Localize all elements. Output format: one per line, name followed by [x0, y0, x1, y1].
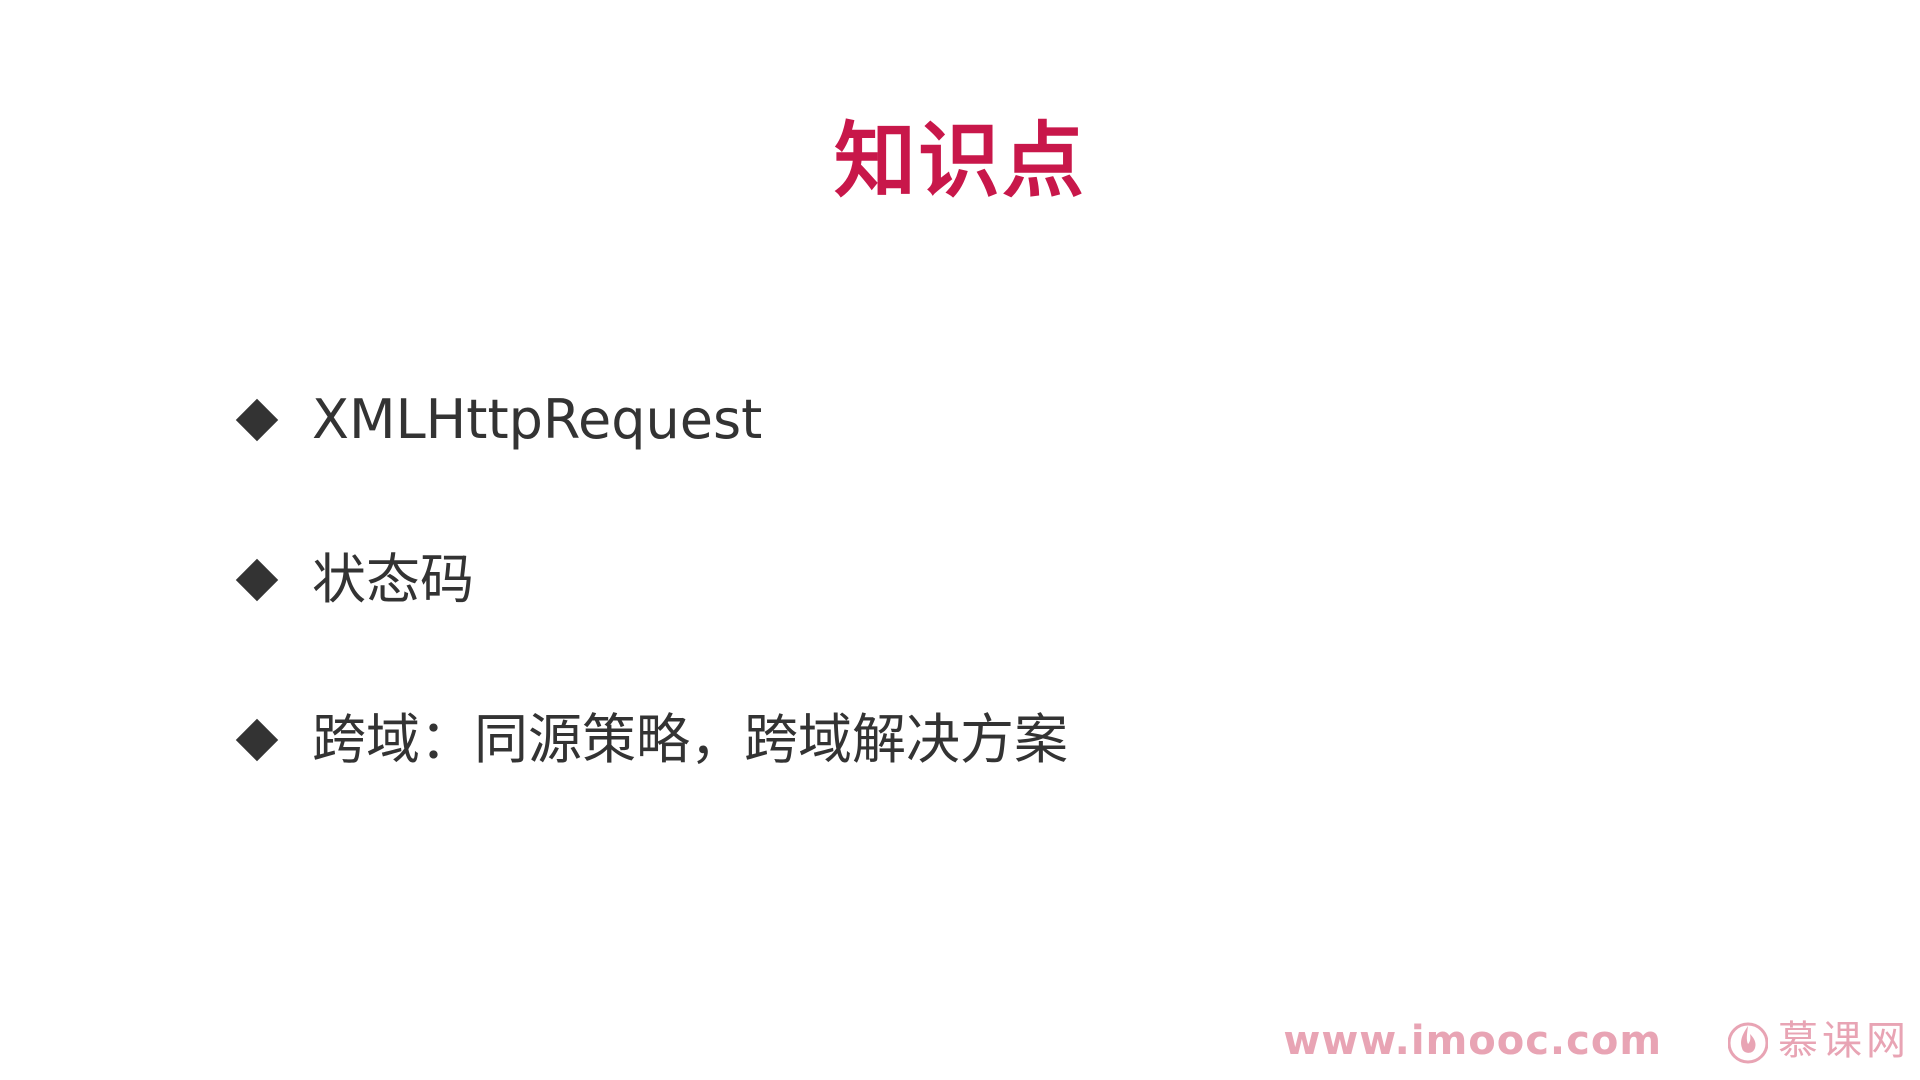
- diamond-bullet-icon: [235, 718, 279, 762]
- bullet-text: 状态码: [312, 548, 474, 611]
- bullet-item: 跨域：同源策略，跨域解决方案: [230, 690, 1530, 790]
- brand-text: 慕课网: [1778, 1018, 1910, 1064]
- bullet-list: XMLHttpRequest 状态码 跨域：同源策略，跨域解决方案: [230, 370, 1530, 850]
- bullet-item: 状态码: [230, 530, 1530, 630]
- bullet-item: XMLHttpRequest: [230, 370, 1530, 470]
- slide-title: 知识点: [833, 114, 1086, 209]
- watermark-brand: 慕课网: [1728, 1014, 1910, 1068]
- bullet-text: 跨域：同源策略，跨域解决方案: [312, 708, 1068, 771]
- slide: 知识点 XMLHttpRequest 状态码 跨域：同源策略，跨域解决方案 ww…: [0, 0, 1920, 1080]
- diamond-bullet-icon: [235, 398, 279, 442]
- bullet-text: XMLHttpRequest: [312, 388, 763, 451]
- flame-icon: [1728, 1022, 1768, 1064]
- diamond-bullet-icon: [235, 558, 279, 602]
- watermark-url: www.imooc.com: [1283, 1018, 1662, 1064]
